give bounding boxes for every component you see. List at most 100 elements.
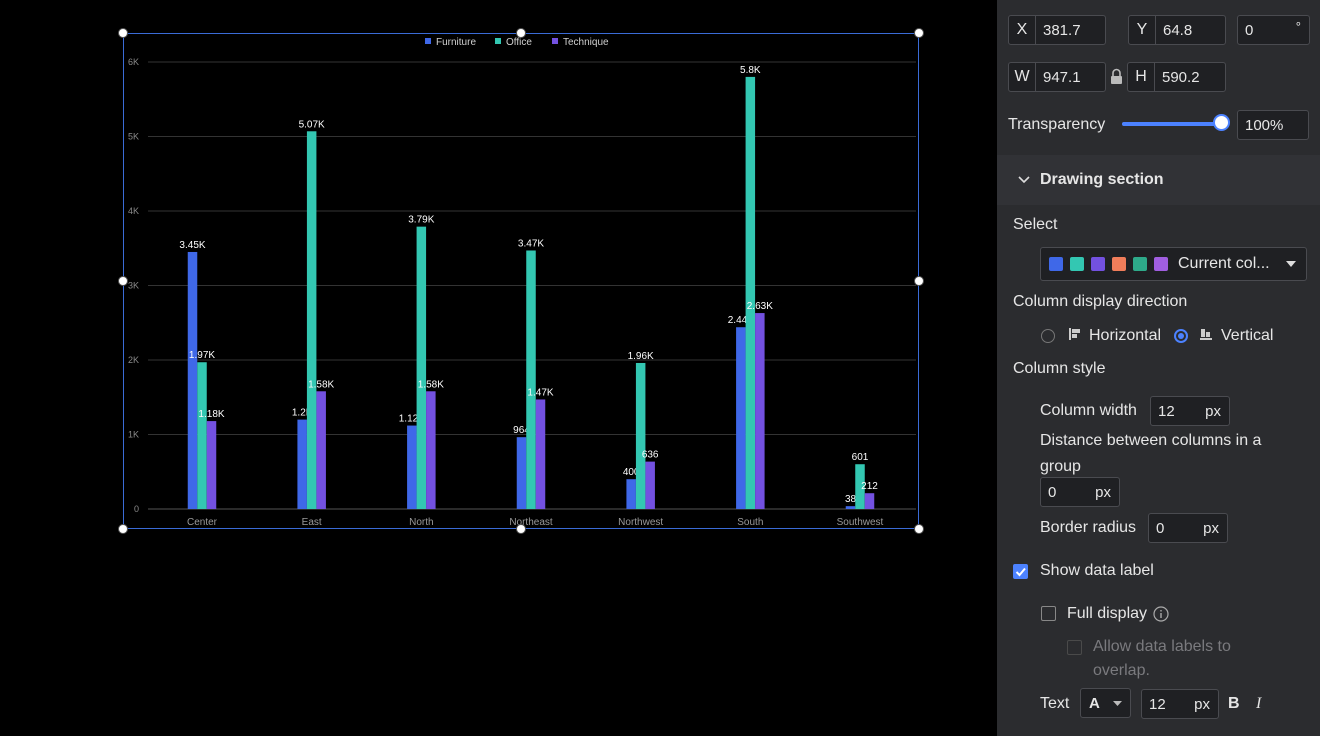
font-size-value[interactable]: 12: [1142, 696, 1194, 713]
height-field[interactable]: H 590.2: [1127, 62, 1226, 92]
allow-overlap-line1: Allow data labels to: [1093, 638, 1231, 655]
resize-handle-left[interactable]: [118, 276, 128, 286]
border-radius-value[interactable]: 0: [1149, 520, 1203, 537]
resize-handle-top-left[interactable]: [118, 28, 128, 38]
data-label: 212: [861, 481, 878, 492]
x-tick-label: Center: [187, 517, 218, 528]
bar-furniture: [626, 479, 636, 509]
column-width-unit: px: [1205, 402, 1221, 420]
bar-furniture: [297, 419, 307, 509]
color-swatch-5: [1133, 257, 1147, 271]
radio-horizontal[interactable]: [1041, 329, 1055, 343]
w-value[interactable]: 947.1: [1036, 69, 1105, 86]
transparency-slider[interactable]: [1122, 114, 1230, 131]
horizontal-label[interactable]: Horizontal: [1089, 327, 1161, 345]
bold-button[interactable]: B: [1228, 695, 1240, 713]
resize-handle-top[interactable]: [516, 28, 526, 38]
vertical-bars-icon: [1200, 329, 1212, 340]
data-label: 1.97K: [189, 350, 215, 361]
section-title: Drawing section: [1040, 171, 1164, 188]
distance-label-line2: group: [1040, 458, 1081, 475]
rotation-field[interactable]: 0 °: [1237, 15, 1310, 45]
distance-input[interactable]: 0 px: [1040, 477, 1120, 507]
data-label: 5.8K: [740, 65, 761, 76]
bar-furniture: [187, 251, 198, 509]
legend-label: Furniture: [436, 37, 476, 48]
transparency-field[interactable]: 100%: [1237, 110, 1309, 140]
lock-icon[interactable]: [1109, 68, 1124, 86]
data-label: 1.96K: [628, 351, 654, 362]
radio-vertical[interactable]: [1174, 329, 1188, 343]
transparency-slider-handle[interactable]: [1213, 114, 1230, 131]
y-tick-label: 5K: [128, 132, 139, 142]
y-label: Y: [1129, 16, 1156, 44]
transparency-slider-fill: [1122, 122, 1222, 126]
legend-label: Technique: [563, 37, 609, 48]
color-swatch-1: [1049, 257, 1063, 271]
transparency-value[interactable]: 100%: [1238, 117, 1308, 134]
column-width-input[interactable]: 12 px: [1150, 396, 1230, 426]
y-tick-label: 6K: [128, 57, 139, 67]
legend-label: Office: [506, 37, 532, 48]
border-radius-input[interactable]: 0 px: [1148, 513, 1228, 543]
bar-technique: [755, 313, 765, 509]
y-position-field[interactable]: Y 64.8: [1128, 15, 1226, 45]
resize-handle-top-right[interactable]: [914, 28, 924, 38]
color-swatch-3: [1091, 257, 1105, 271]
color-swatches: [1049, 257, 1175, 271]
resize-handle-bottom-right[interactable]: [914, 524, 924, 534]
canvas-area[interactable]: 0 1K 2K 3K 4K 5K 6K 3.45K 1.97K 1.18K Center 1.2K 5.…: [0, 0, 997, 736]
dropdown-arrow-icon: [1113, 701, 1122, 706]
resize-handle-bottom-left[interactable]: [118, 524, 128, 534]
h-label: H: [1128, 63, 1155, 91]
allow-overlap-checkbox[interactable]: [1067, 640, 1082, 655]
distance-label-line1: Distance between columns in a: [1040, 432, 1262, 449]
data-label: 3.47K: [518, 238, 544, 249]
x-position-field[interactable]: X 381.7: [1008, 15, 1106, 45]
border-radius-label: Border radius: [1040, 519, 1137, 536]
bar-furniture: [845, 506, 856, 509]
rotation-value[interactable]: 0: [1238, 22, 1296, 39]
resize-handle-bottom[interactable]: [516, 524, 526, 534]
show-data-label-checkbox[interactable]: [1013, 564, 1028, 579]
x-tick-label: South: [737, 517, 763, 528]
legend-swatch: [425, 38, 431, 44]
italic-button[interactable]: I: [1256, 695, 1261, 713]
distance-value[interactable]: 0: [1041, 484, 1095, 501]
bar-office: [197, 362, 207, 509]
bar-office: [635, 362, 646, 509]
data-label: 1.18K: [198, 409, 224, 420]
chevron-down-icon[interactable]: [1017, 174, 1031, 186]
vertical-label[interactable]: Vertical: [1221, 327, 1273, 345]
data-label: 1.58K: [418, 379, 444, 390]
bar-office: [745, 76, 756, 510]
info-icon[interactable]: [1153, 606, 1169, 622]
full-display-label: Full display: [1067, 605, 1148, 622]
font-color-select[interactable]: A: [1080, 688, 1131, 718]
horizontal-bars-icon: [1069, 328, 1080, 340]
color-scheme-value: Current col...: [1178, 255, 1270, 272]
full-display-checkbox[interactable]: [1041, 606, 1056, 621]
column-width-value[interactable]: 12: [1151, 403, 1205, 420]
data-label: 5.07K: [299, 119, 325, 130]
x-tick-label: North: [409, 517, 433, 528]
h-value[interactable]: 590.2: [1155, 69, 1225, 86]
data-label: 3.79K: [408, 215, 434, 226]
bar-chart[interactable]: 01K2K3K4K5K6K3.45K1.97K1.18KCenter1.2K5.…: [0, 0, 997, 736]
resize-handle-right[interactable]: [914, 276, 924, 286]
w-label: W: [1009, 63, 1036, 91]
transparency-label: Transparency: [1008, 116, 1106, 133]
column-width-label: Column width: [1040, 402, 1137, 419]
bar-office: [526, 250, 536, 510]
data-label: 38: [845, 494, 857, 505]
allow-overlap-line2: overlap.: [1093, 662, 1150, 679]
color-scheme-select[interactable]: Current col...: [1040, 247, 1307, 281]
font-size-unit: px: [1194, 695, 1210, 713]
y-tick-label: 3K: [128, 281, 139, 291]
x-value[interactable]: 381.7: [1036, 22, 1105, 39]
width-field[interactable]: W 947.1: [1008, 62, 1106, 92]
checkmark-icon: [1015, 567, 1026, 577]
y-value[interactable]: 64.8: [1156, 22, 1225, 39]
font-size-input[interactable]: 12 px: [1141, 689, 1219, 719]
direction-label: Column display direction: [1013, 293, 1188, 310]
